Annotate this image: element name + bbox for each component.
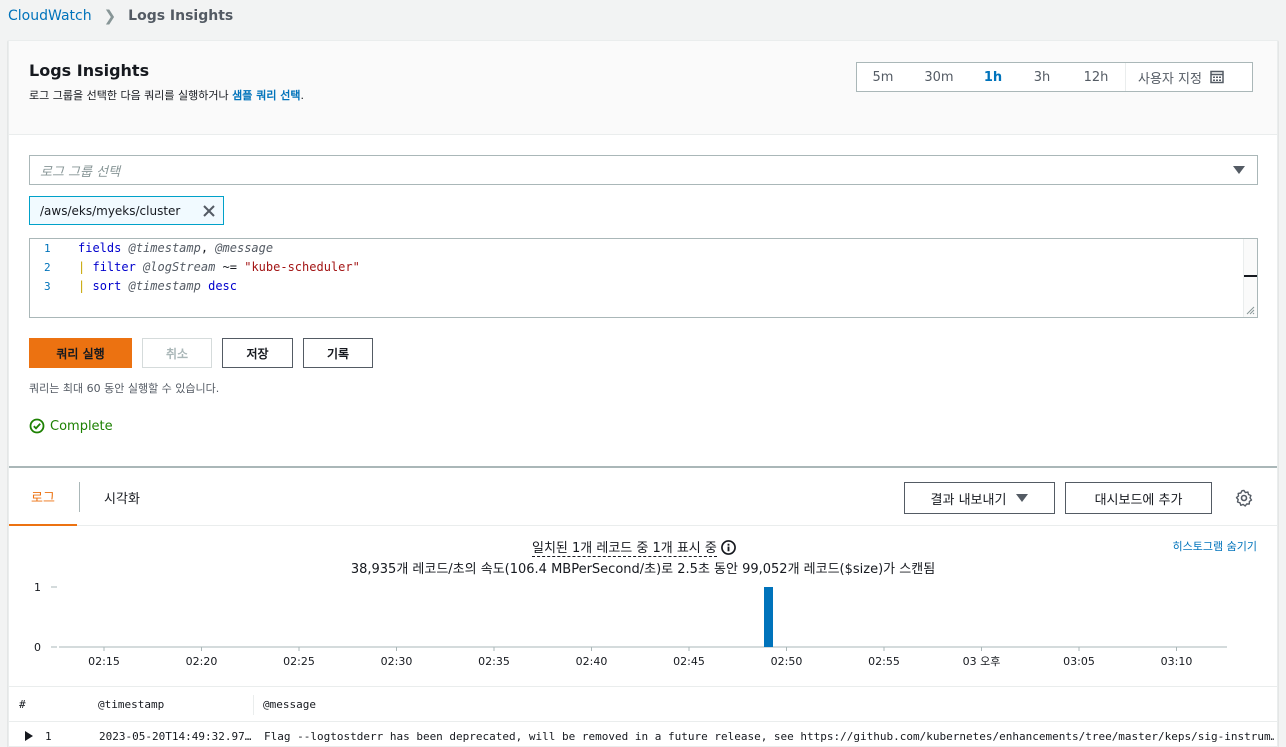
history-button[interactable]: 기록 [303,338,373,368]
results-summary: 일치된 1개 레코드 중 1개 표시 중 [532,537,736,557]
column-divider [253,695,254,715]
column-header-number: # [19,697,26,711]
x-tick-label: 02:55 [868,655,900,668]
results-summary-text: 일치된 1개 레코드 중 1개 표시 중 [532,537,717,557]
breadcrumb-cloudwatch-link[interactable]: CloudWatch [8,8,92,24]
log-group-select[interactable]: 로그 그룹 선택 [29,155,1258,185]
line-number: 1 [44,242,51,255]
code-line: | filter @logStream ~= "kube-scheduler" [78,260,360,274]
query-status: Complete [29,418,113,434]
row-timestamp: 2023-05-20T14:49:32.97… [99,729,252,743]
x-tick-label: 03:10 [1161,655,1193,668]
gear-icon[interactable] [1235,489,1253,507]
status-label: Complete [50,418,113,434]
row-message: Flag --logtostderr has been deprecated, … [264,729,1274,743]
log-group-token: /aws/eks/myeks/cluster [29,196,224,225]
export-results-button[interactable]: 결과 내보내기 [904,482,1055,514]
line-number: 3 [44,280,51,293]
time-range-selector: 5m 30m 1h 3h 12h 사용자 지정 [856,62,1253,92]
row-number: 1 [45,729,52,743]
y-tick-label: 1 [34,581,41,594]
resize-handle-icon[interactable] [1245,305,1255,315]
x-tick-label: 02:35 [478,655,510,668]
breadcrumb: CloudWatch ❯ Logs Insights [8,6,233,26]
time-range-custom[interactable]: 사용자 지정 [1125,63,1234,91]
log-group-placeholder: 로그 그룹 선택 [40,164,121,180]
query-timeout-hint: 쿼리는 최대 60 동안 실행할 수 있습니다. [29,382,220,395]
caret-down-icon [1233,166,1245,174]
hide-histogram-link[interactable]: 히스토그램 숨기기 [1173,538,1257,554]
page-description-suffix: . [300,89,305,102]
page-description: 로그 그룹을 선택한 다음 쿼리를 실행하거나 샘플 쿼리 선택. [29,87,304,103]
x-tick-label: 02:45 [673,655,705,668]
y-tick-label: 0 [34,641,41,654]
log-group-token-label: /aws/eks/myeks/cluster [40,203,181,218]
code-line: | sort @timestamp desc [78,279,237,293]
histogram-bar [764,587,773,647]
query-editor[interactable]: 1 2 3 fields @timestamp, @message | filt… [29,238,1258,318]
code-line: fields @timestamp, @message [78,241,274,255]
x-tick-label: 02:25 [283,655,315,668]
info-icon[interactable] [720,539,736,555]
editor-gutter: 1 2 3 [30,239,70,317]
main-panel: Logs Insights 로그 그룹을 선택한 다음 쿼리를 실행하거나 샘플… [8,40,1278,747]
scan-info: 38,935개 레코드/초의 속도(106.4 MBPerSecond/초)로 … [350,562,936,577]
page-description-text: 로그 그룹을 선택한 다음 쿼리를 실행하거나 [29,89,233,102]
run-query-button[interactable]: 쿼리 실행 [29,338,132,368]
table-header: # @timestamp @message [9,686,1277,722]
x-tick-label: 03 오후 [963,655,1001,668]
time-range-3h[interactable]: 3h [1017,63,1067,91]
histogram-chart: 0 1 02:15 02:20 02:25 02:30 02:35 02:40 02:45 02:… [34,581,1227,668]
close-icon[interactable] [201,203,217,219]
chevron-right-icon: ❯ [103,7,117,25]
x-tick-label: 03:05 [1063,655,1095,668]
breadcrumb-current: Logs Insights [128,8,234,24]
page-header: Logs Insights 로그 그룹을 선택한 다음 쿼리를 실행하거나 샘플… [9,41,1277,135]
x-tick-label: 02:30 [381,655,413,668]
tab-visualization[interactable]: 시각화 [87,468,157,526]
time-range-5m[interactable]: 5m [857,63,909,91]
calendar-icon [1210,70,1224,84]
column-header-message[interactable]: @message [263,687,316,721]
sample-query-link[interactable]: 샘플 쿼리 선택 [232,89,300,102]
expand-row-icon[interactable] [25,722,33,747]
tab-divider [79,482,80,512]
time-range-30m[interactable]: 30m [909,63,969,91]
save-button[interactable]: 저장 [222,338,293,368]
x-tick-label: 02:15 [88,655,120,668]
column-header-timestamp[interactable]: @timestamp [98,687,164,721]
x-tick-label: 02:50 [771,655,803,668]
caret-down-icon [1016,494,1029,502]
table-row[interactable]: 1 2023-05-20T14:49:32.97… Flag --logtost… [9,722,1277,747]
export-results-label: 결과 내보내기 [930,492,1007,508]
page-title: Logs Insights [29,61,150,80]
cancel-button[interactable]: 취소 [142,338,212,368]
x-tick-label: 02:40 [576,655,608,668]
x-tick-label: 02:20 [186,655,218,668]
time-range-custom-label: 사용자 지정 [1138,71,1202,87]
time-range-1h[interactable]: 1h [969,63,1017,91]
check-circle-icon [29,418,45,434]
line-number: 2 [44,261,51,274]
add-to-dashboard-button[interactable]: 대시보드에 추가 [1065,482,1212,514]
tab-logs[interactable]: 로그 [9,468,77,526]
time-range-12h[interactable]: 12h [1067,63,1125,91]
